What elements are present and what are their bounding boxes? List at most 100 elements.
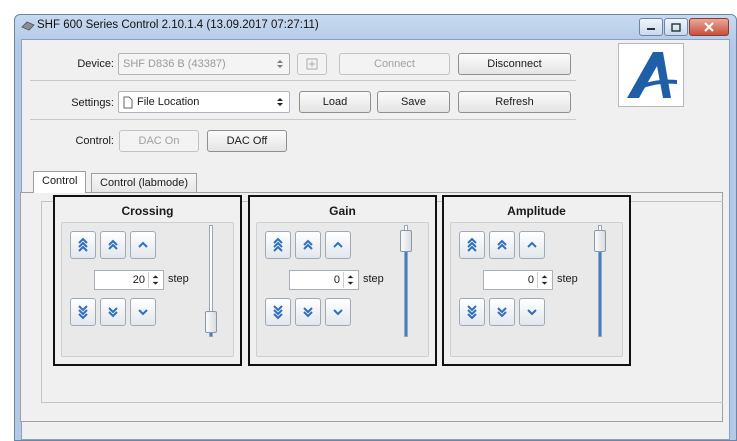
chevron-down-icon <box>138 309 148 316</box>
gain-value: 0 <box>333 274 340 286</box>
logo-icon <box>627 52 677 98</box>
amplitude-step-label: step <box>557 273 578 285</box>
chevron-up-icon <box>333 241 343 248</box>
scan-icon <box>306 58 318 70</box>
gain-controls: 0 step <box>256 222 429 357</box>
device-label: Device: <box>77 58 114 70</box>
crossing-fast-up-button[interactable] <box>70 231 96 259</box>
tab-control-labmode[interactable]: Control (labmode) <box>91 173 198 193</box>
refresh-button[interactable]: Refresh <box>458 91 571 113</box>
double-chevron-down-icon <box>108 307 118 318</box>
amplitude-step-down-button[interactable] <box>519 298 545 326</box>
gain-title: Gain <box>329 204 356 218</box>
amplitude-fast-down-button[interactable] <box>459 298 485 326</box>
triple-chevron-down-icon <box>78 305 88 320</box>
dac-on-button[interactable]: DAC On <box>119 130 199 152</box>
gain-group: Gain 0 step <box>248 195 437 366</box>
settings-file-value: File Location <box>137 96 200 108</box>
app-icon <box>21 21 35 31</box>
minimize-icon <box>647 28 655 30</box>
refresh-button-label: Refresh <box>495 96 534 108</box>
dac-on-button-label: DAC On <box>138 135 180 147</box>
device-select-value: SHF D836 B (43387) <box>123 58 226 70</box>
amplitude-title: Amplitude <box>507 204 566 218</box>
chevron-down-icon <box>333 309 343 316</box>
tab-control-label: Control <box>42 175 78 187</box>
spin-arrows-icon[interactable] <box>537 272 551 288</box>
maximize-button[interactable] <box>664 18 688 36</box>
settings-file-select[interactable]: File Location <box>118 91 290 113</box>
gain-step-up-button[interactable] <box>325 231 351 259</box>
maximize-icon <box>671 22 681 32</box>
control-label: Control: <box>75 135 114 147</box>
title-bar[interactable]: SHF 600 Series Control 2.10.1.4 (13.09.2… <box>15 15 736 39</box>
dac-off-button[interactable]: DAC Off <box>207 130 287 152</box>
window-title: SHF 600 Series Control 2.10.1.4 (13.09.2… <box>37 19 319 31</box>
crossing-fast-down-button[interactable] <box>70 298 96 326</box>
amplitude-fast-up-button[interactable] <box>459 231 485 259</box>
double-chevron-up-icon <box>108 239 118 250</box>
double-chevron-down-icon <box>303 307 313 318</box>
crossing-title: Crossing <box>121 204 174 218</box>
triple-chevron-up-icon <box>467 237 477 252</box>
gain-medium-up-button[interactable] <box>295 231 321 259</box>
divider <box>30 119 576 120</box>
crossing-medium-up-button[interactable] <box>100 231 126 259</box>
gain-slider-handle[interactable] <box>400 229 412 252</box>
minimize-button[interactable] <box>639 18 663 36</box>
amplitude-slider-handle[interactable] <box>594 229 606 252</box>
crossing-step-up-button[interactable] <box>130 231 156 259</box>
gain-fast-up-button[interactable] <box>265 231 291 259</box>
updown-arrow-icon <box>277 60 283 68</box>
crossing-step-label: step <box>168 273 189 285</box>
crossing-slider-handle[interactable] <box>205 310 217 333</box>
settings-label: Settings: <box>71 97 114 109</box>
tab-control-labmode-label: Control (labmode) <box>100 177 189 189</box>
amplitude-slider-fill <box>599 241 601 336</box>
tab-control[interactable]: Control <box>33 171 87 193</box>
gain-step-label: step <box>363 273 384 285</box>
triple-chevron-up-icon <box>78 237 88 252</box>
dac-off-button-label: DAC Off <box>226 135 268 147</box>
amplitude-medium-up-button[interactable] <box>489 231 515 259</box>
save-button[interactable]: Save <box>377 91 450 113</box>
scan-devices-button[interactable] <box>297 53 327 75</box>
amplitude-medium-down-button[interactable] <box>489 298 515 326</box>
gain-medium-down-button[interactable] <box>295 298 321 326</box>
load-button-label: Load <box>322 96 348 108</box>
gain-step-down-button[interactable] <box>325 298 351 326</box>
spin-arrows-icon[interactable] <box>148 272 162 288</box>
file-icon <box>123 96 133 109</box>
crossing-step-down-button[interactable] <box>130 298 156 326</box>
triple-chevron-down-icon <box>467 305 477 320</box>
divider <box>30 80 576 81</box>
chevron-down-icon <box>527 309 537 316</box>
gain-slider-fill <box>405 241 407 336</box>
close-button[interactable] <box>689 18 729 36</box>
amplitude-controls: 0 step <box>450 222 623 357</box>
triple-chevron-down-icon <box>273 305 283 320</box>
crossing-value-spinbox[interactable]: 20 <box>94 270 164 290</box>
updown-arrow-icon <box>277 98 283 106</box>
device-select[interactable]: SHF D836 B (43387) <box>118 53 290 75</box>
amplitude-step-up-button[interactable] <box>519 231 545 259</box>
chevron-up-icon <box>138 241 148 248</box>
connect-button[interactable]: Connect <box>339 53 450 75</box>
amplitude-value-spinbox[interactable]: 0 <box>483 270 553 290</box>
double-chevron-up-icon <box>497 239 507 250</box>
company-logo <box>618 43 684 107</box>
crossing-group: Crossing 20 step <box>53 195 242 366</box>
disconnect-button[interactable]: Disconnect <box>458 53 571 75</box>
chevron-up-icon <box>527 241 537 248</box>
triple-chevron-up-icon <box>273 237 283 252</box>
amplitude-value: 0 <box>527 274 534 286</box>
gain-value-spinbox[interactable]: 0 <box>289 270 359 290</box>
double-chevron-down-icon <box>497 307 507 318</box>
amplitude-group: Amplitude 0 step <box>442 195 631 366</box>
crossing-controls: 20 step <box>61 222 234 357</box>
crossing-medium-down-button[interactable] <box>100 298 126 326</box>
gain-fast-down-button[interactable] <box>265 298 291 326</box>
spin-arrows-icon[interactable] <box>343 272 357 288</box>
load-button[interactable]: Load <box>299 91 371 113</box>
double-chevron-up-icon <box>303 239 313 250</box>
